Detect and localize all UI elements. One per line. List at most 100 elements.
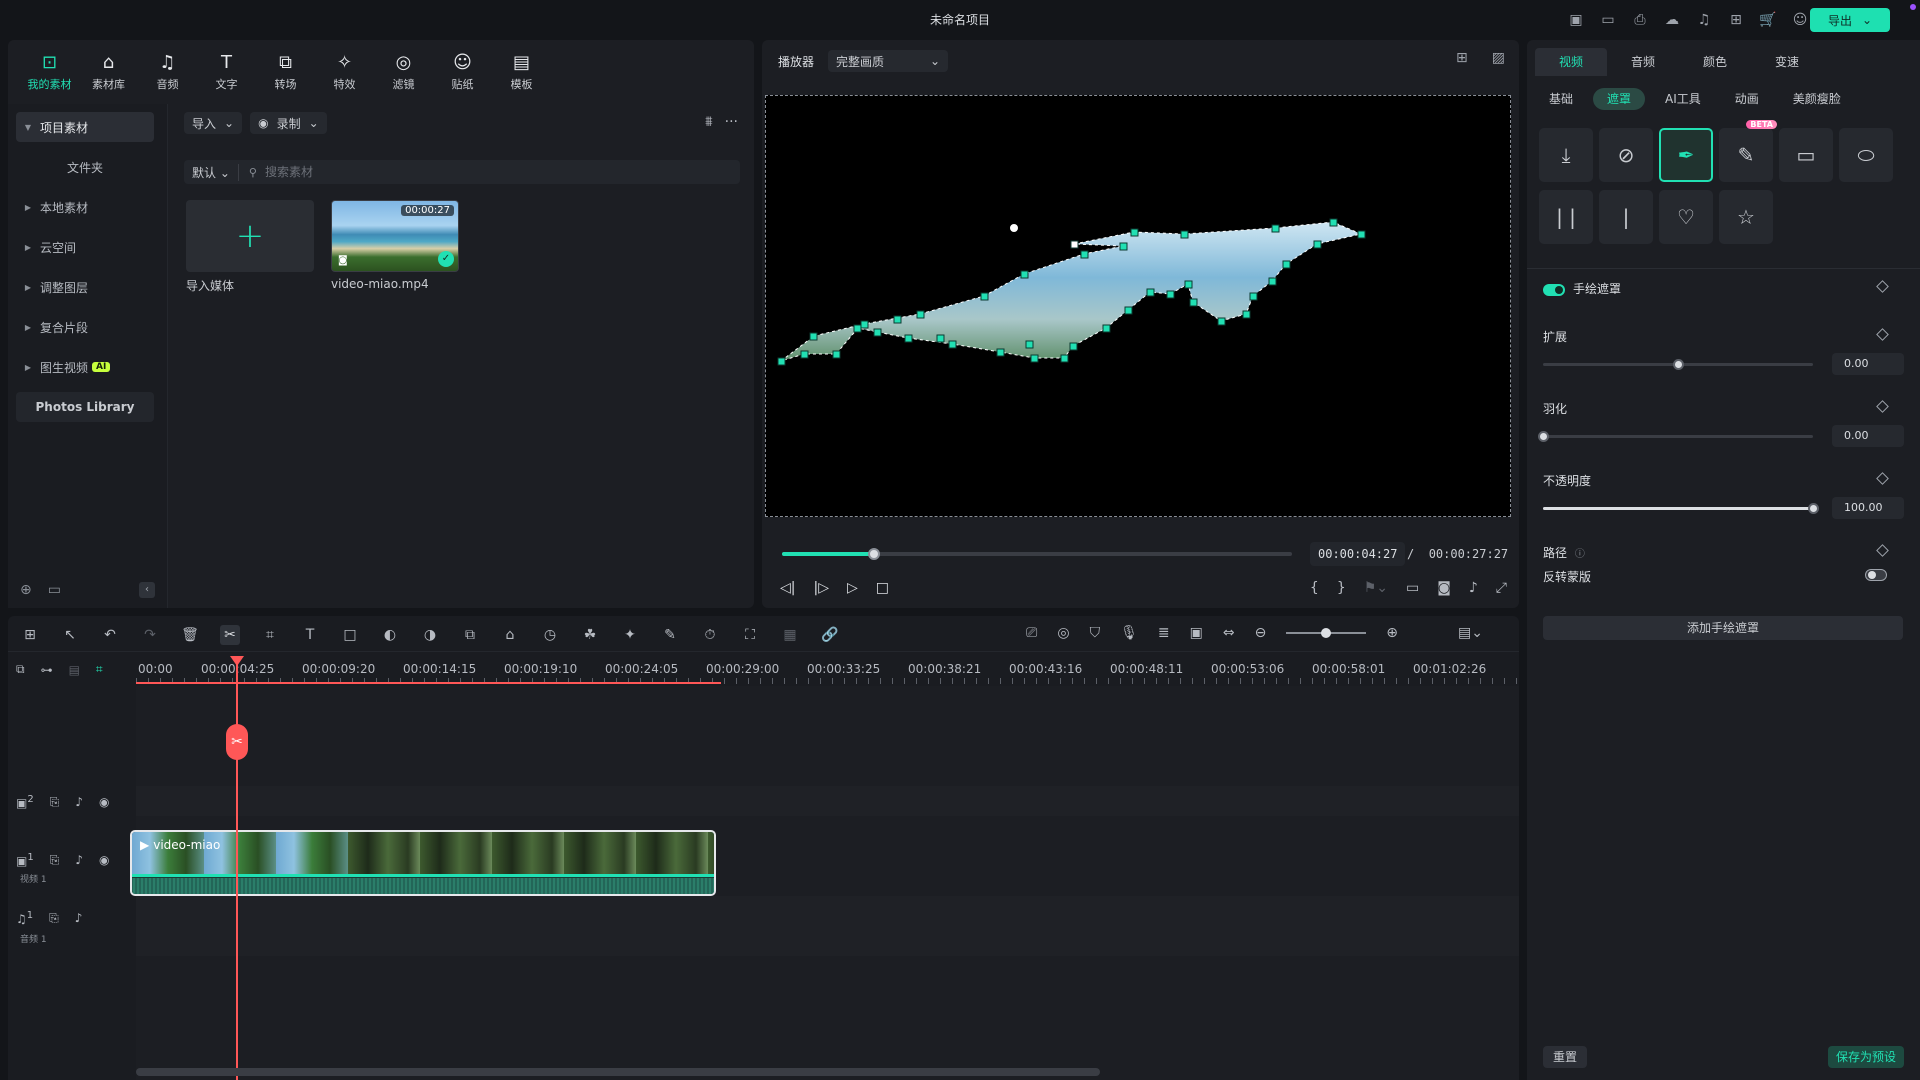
cloud-icon[interactable]: ☁ bbox=[1662, 10, 1682, 30]
microphone-icon[interactable]: 🎙 bbox=[1120, 625, 1138, 641]
shield-icon[interactable]: ⛉ bbox=[1090, 625, 1101, 641]
volume-icon[interactable]: ♪ bbox=[75, 795, 83, 809]
zoom-in-icon[interactable]: ⊕ bbox=[1386, 625, 1398, 641]
heart-mask-icon[interactable]: ♡ bbox=[1659, 190, 1713, 244]
save-icon[interactable]: ⎙ bbox=[1630, 10, 1650, 30]
tab-video[interactable]: 视频 bbox=[1535, 48, 1607, 76]
tab-transition[interactable]: ⧉ 转场 bbox=[256, 48, 315, 98]
link-icon[interactable]: 🔗 bbox=[820, 625, 840, 645]
tab-audio[interactable]: 音频 bbox=[1607, 48, 1679, 76]
tab-audio[interactable]: ♫ 音频 bbox=[138, 48, 197, 98]
snap-icon[interactable]: ⌗ bbox=[96, 662, 103, 677]
folder-lock-icon[interactable]: ⎘ bbox=[49, 911, 59, 926]
folder-lock-icon[interactable]: ⎘ bbox=[50, 853, 60, 868]
timeline-scrollbar[interactable] bbox=[136, 1068, 1100, 1076]
mark-in-icon[interactable]: { bbox=[1310, 580, 1319, 596]
tag-icon[interactable]: ⌂ bbox=[500, 625, 520, 645]
import-mask-icon[interactable]: ⤓ bbox=[1539, 128, 1593, 182]
expand-slider-handle[interactable] bbox=[1673, 359, 1684, 370]
undo-icon[interactable]: ↶ bbox=[100, 625, 120, 645]
zoom-slider[interactable] bbox=[1286, 628, 1367, 638]
select-tool-icon[interactable]: ↖ bbox=[60, 625, 80, 645]
sidebar-item-folder[interactable]: 文件夹 bbox=[16, 152, 154, 182]
subtab-basic[interactable]: 基础 bbox=[1535, 88, 1587, 110]
keyframe-diamond-icon[interactable] bbox=[1876, 400, 1889, 413]
fit-width-icon[interactable]: ⇔ bbox=[1223, 625, 1235, 641]
expand-slider[interactable] bbox=[1543, 359, 1813, 370]
keyframe-diamond-icon[interactable] bbox=[1876, 280, 1889, 293]
opacity-value[interactable]: 100.00 bbox=[1832, 497, 1904, 519]
split-icon[interactable]: ✂ bbox=[220, 625, 240, 645]
keyframe-diamond-icon[interactable] bbox=[1876, 544, 1889, 557]
track-manager-icon[interactable]: ▤ bbox=[69, 663, 80, 677]
collapse-sidebar-button[interactable]: ‹ bbox=[139, 582, 155, 598]
opacity-slider[interactable] bbox=[1543, 503, 1819, 514]
user-icon[interactable]: ☺ bbox=[1790, 10, 1810, 30]
volume-icon[interactable]: ♪ bbox=[1469, 580, 1478, 596]
import-media-tile[interactable]: + 导入媒体 bbox=[186, 200, 314, 294]
grid-view-icon[interactable]: ⊞ bbox=[1456, 50, 1468, 66]
brush-mask-icon[interactable]: ✎ BETA bbox=[1719, 120, 1777, 182]
sort-dropdown[interactable]: 默认 ⌄ bbox=[184, 163, 239, 181]
rectangle-mask-icon[interactable]: ▭ bbox=[1779, 128, 1833, 182]
sidebar-item-local[interactable]: ▶ 本地素材 bbox=[16, 192, 154, 222]
color-icon[interactable]: ☘ bbox=[580, 625, 600, 645]
pip-icon[interactable]: ▣ bbox=[1190, 625, 1203, 641]
play-icon[interactable]: ▷ bbox=[847, 580, 858, 596]
cart-icon[interactable]: 🛒 bbox=[1758, 10, 1778, 30]
pen-mask-icon[interactable]: ✒ bbox=[1659, 128, 1713, 182]
audio-track-1[interactable] bbox=[136, 896, 1519, 956]
tab-my-media[interactable]: ⊡ 我的素材 bbox=[20, 48, 79, 98]
tab-text[interactable]: T 文字 bbox=[197, 48, 256, 98]
display-icon[interactable]: ▭ bbox=[1406, 580, 1419, 596]
filter-sort-icon[interactable]: ⩩ bbox=[705, 114, 712, 130]
subtitle-icon[interactable]: ≣ bbox=[1158, 625, 1170, 641]
zoom-fit-icon[interactable]: ⛶ bbox=[740, 625, 760, 645]
reset-button[interactable]: 重置 bbox=[1543, 1046, 1588, 1068]
import-dropdown[interactable]: 导入 ⌄ bbox=[184, 112, 243, 134]
tab-library[interactable]: ⌂ 素材库 bbox=[79, 48, 138, 98]
folder-lock-icon[interactable]: ⎘ bbox=[50, 795, 60, 810]
playhead[interactable] bbox=[236, 656, 238, 1080]
video-track-2[interactable] bbox=[136, 786, 1519, 816]
device-icon[interactable]: ▣ bbox=[1566, 10, 1586, 30]
prev-frame-icon[interactable]: ◁| bbox=[780, 580, 795, 596]
layout-icon[interactable]: ▭ bbox=[1598, 10, 1618, 30]
headset-icon[interactable]: ♫ bbox=[1694, 10, 1714, 30]
save-preset-button[interactable]: 保存为预设 bbox=[1827, 1046, 1904, 1068]
color-match-icon[interactable]: ◑ bbox=[420, 625, 440, 645]
playhead-split-icon[interactable]: ✂ bbox=[226, 724, 248, 760]
timeline-clip[interactable]: ▶ video-miao bbox=[130, 830, 716, 896]
media-clip-tile[interactable]: 00:00:27 ◙ ✓ video-miao.mp4 bbox=[331, 200, 459, 291]
subtab-animation[interactable]: 动画 bbox=[1721, 88, 1773, 110]
invert-mask-toggle[interactable] bbox=[1865, 569, 1887, 581]
tab-effects[interactable]: ✧ 特效 bbox=[315, 48, 374, 98]
ellipse-mask-icon[interactable]: ⬭ bbox=[1839, 128, 1893, 182]
text-tool-icon[interactable]: T bbox=[300, 625, 320, 645]
keyframe-diamond-icon[interactable] bbox=[1876, 472, 1889, 485]
new-folder-icon[interactable]: ⊕ bbox=[20, 582, 32, 598]
tab-sticker[interactable]: ☺ 贴纸 bbox=[433, 48, 492, 98]
render-icon[interactable]: ⎚ bbox=[1026, 625, 1037, 641]
tab-color[interactable]: 颜色 bbox=[1679, 48, 1751, 76]
scrubber-handle[interactable] bbox=[867, 548, 880, 560]
stop-icon[interactable]: □ bbox=[876, 580, 889, 596]
expand-value[interactable]: 0.00 bbox=[1832, 353, 1904, 375]
sidebar-item-image-to-video[interactable]: ▶ 图生视频 AI bbox=[16, 352, 154, 382]
marker-icon[interactable]: ⚑⌄ bbox=[1364, 580, 1388, 596]
opacity-slider-handle[interactable] bbox=[1808, 503, 1819, 514]
sidebar-item-compound[interactable]: ▶ 复合片段 bbox=[16, 312, 154, 342]
add-track-icon[interactable]: ⧉ bbox=[16, 662, 25, 677]
export-button[interactable]: 导出 ⌄ bbox=[1810, 8, 1890, 32]
subtab-beauty[interactable]: 美颜瘦脸 bbox=[1779, 88, 1855, 110]
record-dropdown[interactable]: ◉ 录制 ⌄ bbox=[250, 112, 327, 134]
folder-icon[interactable]: ▭ bbox=[48, 582, 61, 598]
link-track-icon[interactable]: ⊶ bbox=[41, 663, 53, 677]
no-mask-icon[interactable]: ⊘ bbox=[1599, 128, 1653, 182]
star-mask-icon[interactable]: ☆ bbox=[1719, 190, 1773, 244]
fullscreen-icon[interactable]: ⤢ bbox=[1496, 580, 1507, 596]
mosaic-icon[interactable]: ▦ bbox=[780, 625, 800, 645]
eye-icon[interactable]: ◉ bbox=[99, 853, 109, 867]
play-slow-icon[interactable]: |▷ bbox=[813, 580, 828, 596]
replace-icon[interactable]: ⧉ bbox=[460, 625, 480, 645]
